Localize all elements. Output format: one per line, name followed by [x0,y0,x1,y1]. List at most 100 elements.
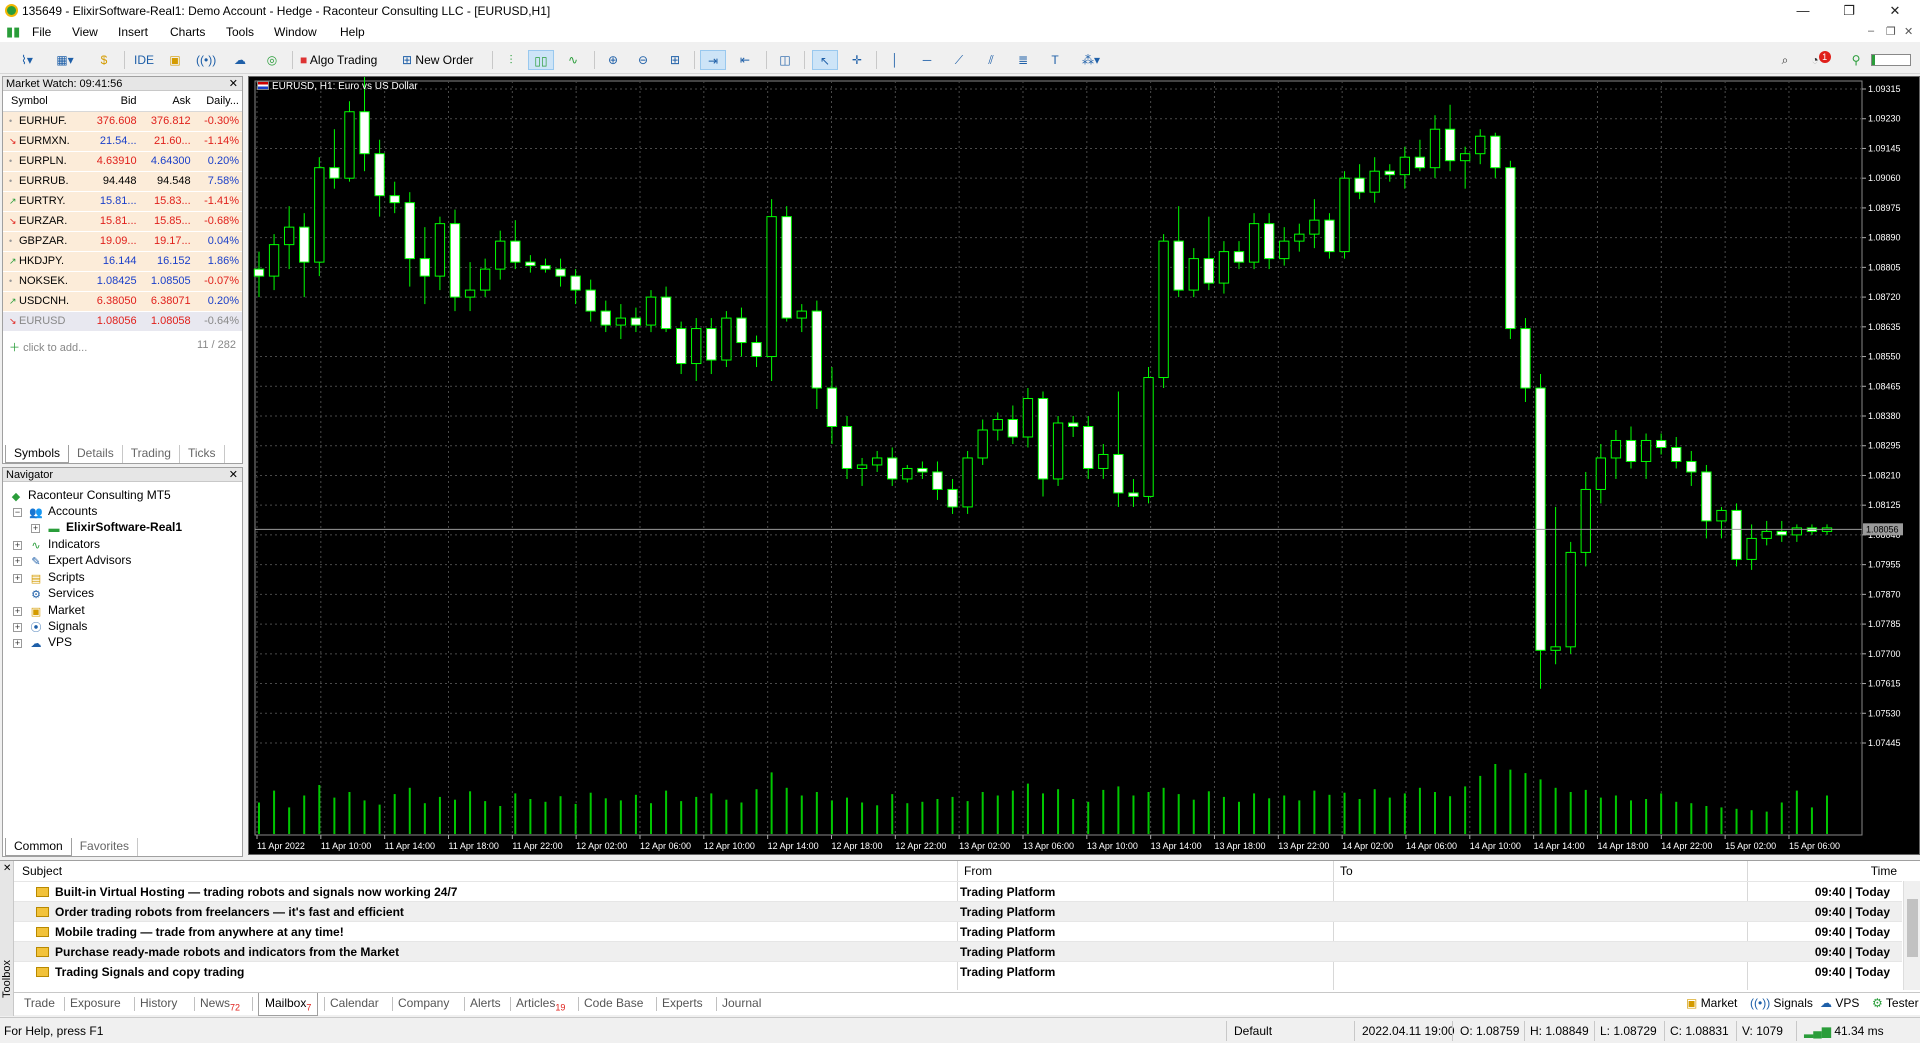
bar-chart-icon[interactable]: ⫶ [500,50,522,70]
nav-scripts[interactable]: ▤ Scripts [29,570,85,585]
mail-row[interactable]: Order trading robots from freelancers — … [14,901,1902,921]
cursor-icon[interactable]: ↖ [812,50,838,70]
market-watch-row[interactable]: • EURRUB. 94.448 94.548 7.58% [3,171,242,192]
line-chart-icon[interactable]: ∿ [562,50,584,70]
mdi-close-button[interactable]: ✕ [1904,25,1913,38]
nav-signals[interactable]: ⦿ Signals [29,619,88,634]
market-watch-close-icon[interactable]: ✕ [229,77,238,91]
tab-signals[interactable]: ((•)) Signals [1750,996,1813,1010]
vertical-line-icon[interactable]: │ [884,50,906,70]
market-watch-row[interactable]: ↘ EURZAR. 15.81... 15.85... -0.68% [3,211,242,232]
price-chart[interactable]: 1.09315 1.09230 1.09145 1.09060 1.08975 1.088… [249,77,1919,854]
menu-insert[interactable]: Insert [118,25,148,39]
expand-signals-icon[interactable]: + [13,623,22,632]
menu-file[interactable]: File [32,25,51,39]
col-to[interactable]: To [1334,861,1748,881]
trendline-icon[interactable]: ⟋ [948,50,970,70]
tab-code-base[interactable]: Code Base [584,996,643,1010]
fibonacci-icon[interactable]: ≣ [1012,50,1034,70]
market-watch-row[interactable]: • GBPZAR. 19.09... 19.17... 0.04% [3,231,242,252]
tab-mailbox[interactable]: Mailbox7 [258,993,319,1017]
col-ask[interactable]: Ask [139,91,194,112]
text-icon[interactable]: T [1044,50,1066,70]
collapse-accounts-icon[interactable]: − [13,508,22,517]
chart-type-icon[interactable]: ⌇▾ [12,50,42,70]
search-icon[interactable]: ⌕ [1774,50,1796,70]
mailbox-scrollbar[interactable] [1903,881,1920,990]
market-watch-row[interactable]: ↗ USDCNH. 6.38050 6.38071 0.20% [3,291,242,312]
nav-indicators[interactable]: ∿ Indicators [29,537,100,552]
tab-trading[interactable]: Trading [123,445,180,463]
nav-services[interactable]: ⚙ Services [29,586,94,601]
tab-calendar[interactable]: Calendar [330,996,379,1010]
signals-icon[interactable]: ((•)) [196,50,216,70]
tab-news[interactable]: News72 [200,996,240,1012]
add-symbol-input[interactable]: ＋ click to add... [9,339,87,355]
tab-favorites[interactable]: Favorites [72,838,139,856]
expand-indicators-icon[interactable]: + [13,541,22,550]
menu-charts[interactable]: Charts [170,25,205,39]
col-from[interactable]: From [958,861,1334,881]
market-watch-row[interactable]: • NOKSEK. 1.08425 1.08505 -0.07% [3,271,242,292]
tab-journal[interactable]: Journal [722,996,761,1010]
chart-template-icon[interactable]: ▦▾ [50,50,80,70]
candlestick-icon[interactable]: ▯▯ [528,50,554,70]
depth-of-market-icon[interactable]: $ [96,50,112,70]
mail-row[interactable]: Mobile trading — trade from anywhere at … [14,921,1902,941]
expand-scripts-icon[interactable]: + [13,574,22,583]
minimize-button[interactable]: — [1780,0,1826,22]
shapes-icon[interactable]: ⁂▾ [1074,50,1108,70]
tab-ticks[interactable]: Ticks [180,445,225,463]
expand-experts-icon[interactable]: + [13,557,22,566]
market-watch-row[interactable]: ↘ EURMXN. 21.54... 21.60... -1.14% [3,131,242,152]
col-time[interactable]: Time [1748,861,1903,881]
col-subject[interactable]: Subject [14,861,958,881]
nav-expert-advisors[interactable]: ✎ Expert Advisors [29,553,131,568]
tab-vps[interactable]: ☁ VPS [1820,996,1859,1010]
account-icon[interactable]: ⚲ [1846,50,1866,70]
market-watch-row[interactable]: • EURHUF. 376.608 376.812 -0.30% [3,111,242,132]
tab-company[interactable]: Company [398,996,449,1010]
nav-root[interactable]: ◆ Raconteur Consulting MT5 [9,488,171,503]
tab-history[interactable]: History [140,996,177,1010]
market-watch-row[interactable]: ↘ EURUSD 1.08056 1.08058 -0.64% [3,311,242,332]
new-order-button[interactable]: ⊞ New Order [402,50,484,70]
market-watch-row[interactable]: ↗ HKDJPY. 16.144 16.152 1.86% [3,251,242,272]
crosshair-icon[interactable]: ✛ [846,50,868,70]
market-watch-row[interactable]: • EURPLN. 4.63910 4.64300 0.20% [3,151,242,172]
tab-articles[interactable]: Articles19 [516,996,565,1012]
nav-accounts[interactable]: 👥 Accounts [29,504,97,519]
ide-button[interactable]: IDE [132,50,156,70]
zoom-out-icon[interactable]: ⊖ [632,50,654,70]
tab-common[interactable]: Common [5,838,72,856]
tile-windows-icon[interactable]: ⊞ [664,50,686,70]
mdi-restore-button[interactable]: ❐ [1886,25,1896,38]
tab-exposure[interactable]: Exposure [70,996,121,1010]
tab-details[interactable]: Details [69,445,123,463]
mail-row[interactable]: Built-in Virtual Hosting — trading robot… [14,881,1902,901]
nav-market[interactable]: ▣ Market [29,603,85,618]
nav-account-item[interactable]: ▬ ElixirSoftware-Real1 [47,520,183,535]
chart-window-icon[interactable]: ▮▮ [6,25,20,39]
nav-vps[interactable]: ☁ VPS [29,635,73,650]
mail-row[interactable]: Purchase ready-made robots and indicator… [14,941,1902,961]
horizontal-line-icon[interactable]: ─ [916,50,938,70]
col-daily[interactable]: Daily... [193,91,242,112]
notifications-icon[interactable]: ◔ 1 [1808,50,1834,70]
chart-shift-icon[interactable]: ⇤ [734,50,756,70]
tab-trade[interactable]: Trade [24,996,55,1010]
navigator-close-icon[interactable]: ✕ [229,468,238,482]
close-button[interactable]: ✕ [1872,0,1918,22]
channel-icon[interactable]: ⫽ [980,50,1002,70]
tab-alerts[interactable]: Alerts [470,996,501,1010]
mdi-minimize-button[interactable]: – [1868,25,1874,37]
tab-symbols[interactable]: Symbols [5,445,70,463]
vps-icon[interactable]: ☁ [230,50,250,70]
chart-window[interactable]: 1.09315 1.09230 1.09145 1.09060 1.08975 1.088… [248,76,1920,855]
expand-account-icon[interactable]: + [31,524,40,533]
menu-view[interactable]: View [72,25,98,39]
maximize-button[interactable]: ❐ [1826,0,1872,22]
screenshot-icon[interactable]: ◫ [774,50,796,70]
col-symbol[interactable]: Symbol [3,91,86,112]
menu-help[interactable]: Help [340,25,365,39]
